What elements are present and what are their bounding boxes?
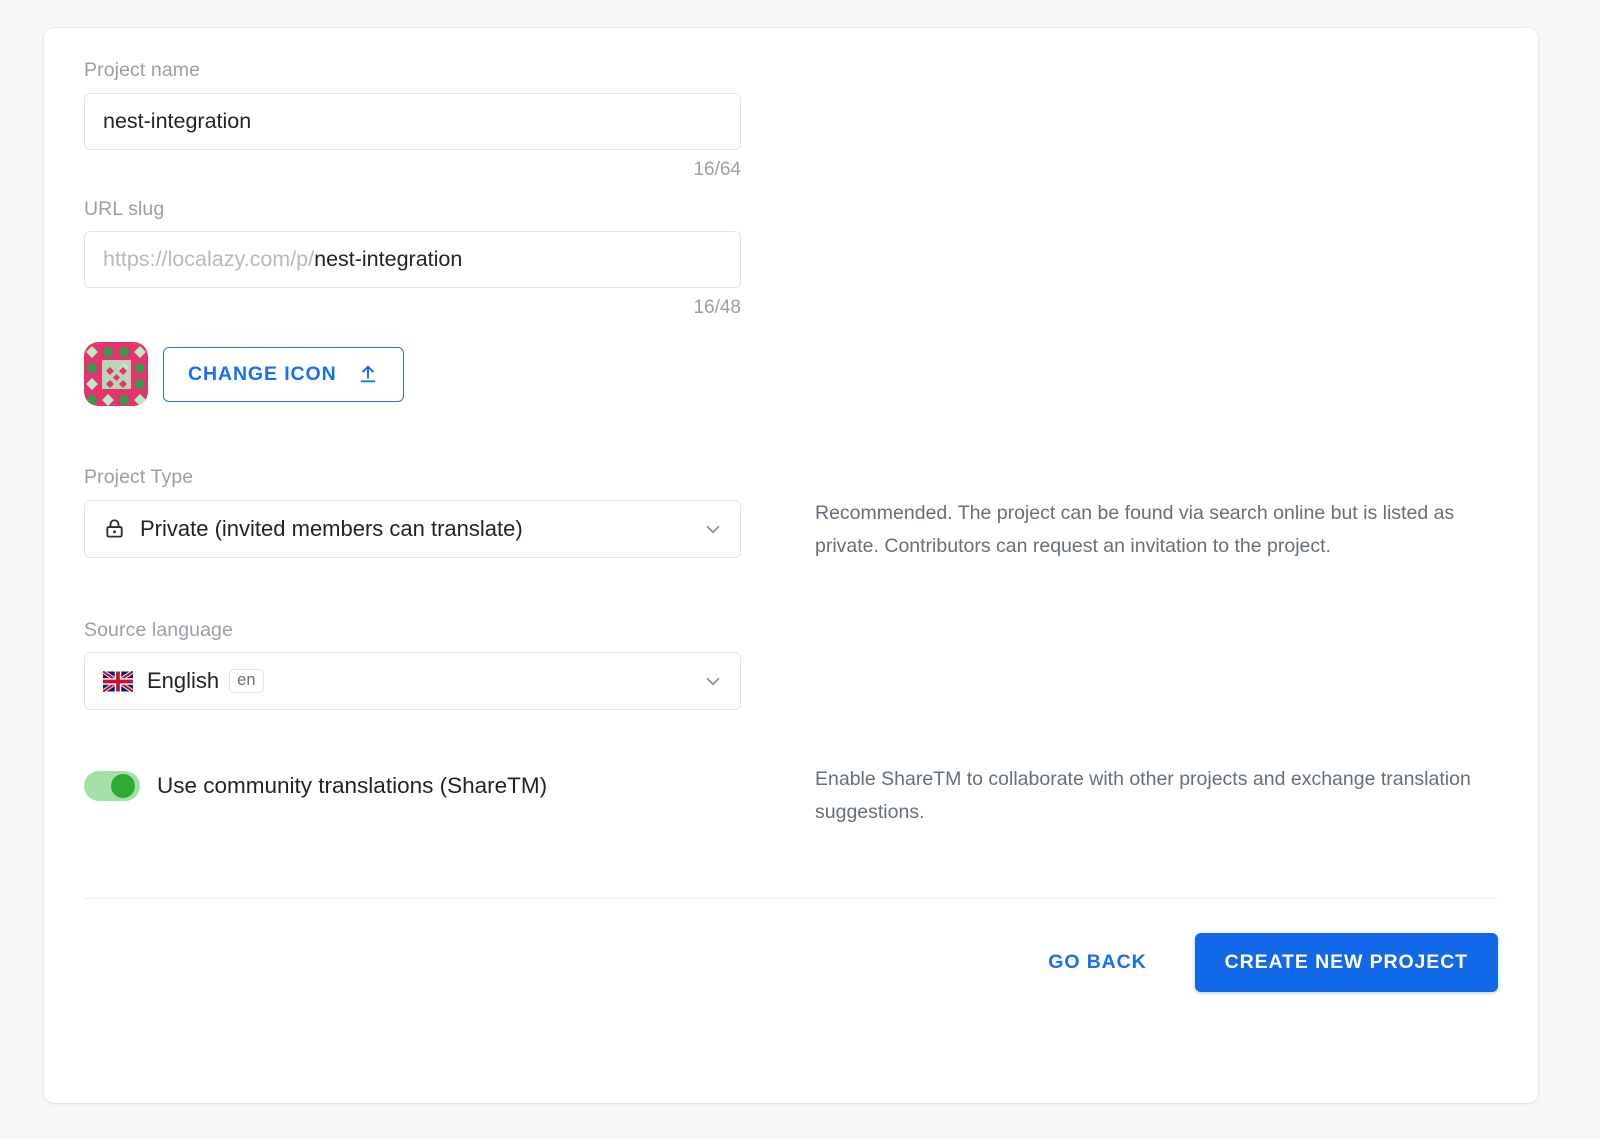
- url-slug-value: nest-integration: [314, 247, 463, 271]
- footer-divider: [84, 898, 1498, 899]
- project-type-value: Private (invited members can translate): [140, 515, 523, 541]
- source-language-label: Source language: [84, 618, 233, 641]
- url-slug-counter: 16/48: [693, 297, 741, 318]
- project-type-label: Project Type: [84, 466, 194, 488]
- change-icon-button[interactable]: CHANGE ICON: [163, 346, 404, 402]
- project-icon[interactable]: [84, 342, 148, 406]
- url-slug-prefix: https://localazy.com/p/: [103, 247, 315, 271]
- form-footer: GO BACK CREATE NEW PROJECT: [84, 933, 1498, 992]
- project-type-select[interactable]: Private (invited members can translate): [84, 499, 741, 558]
- project-type-row: Project Type Private (invited members ca…: [84, 466, 1498, 563]
- upload-icon: [357, 363, 379, 385]
- project-icon-row: CHANGE ICON: [84, 319, 1498, 406]
- chevron-down-icon: [702, 518, 724, 540]
- sharetm-toggle[interactable]: [84, 771, 140, 801]
- project-name-label: Project name: [84, 59, 201, 81]
- project-name-row: Project name 16/64: [84, 59, 1498, 181]
- create-new-project-button[interactable]: CREATE NEW PROJECT: [1194, 933, 1498, 992]
- url-slug-row: URL slug https://localazy.com/p/nest-int…: [84, 197, 1498, 320]
- source-language-select[interactable]: English en: [84, 652, 741, 710]
- project-name-input[interactable]: [84, 92, 741, 150]
- lock-icon: [103, 517, 126, 540]
- create-project-card: Project name 16/64 URL slug https://loca…: [44, 28, 1538, 1103]
- sharetm-toggle-knob: [111, 774, 135, 798]
- url-slug-input[interactable]: https://localazy.com/p/nest-integration: [84, 231, 741, 288]
- url-slug-label: URL slug: [84, 197, 165, 220]
- project-name-counter: 16/64: [693, 158, 741, 180]
- go-back-button[interactable]: GO BACK: [1028, 937, 1166, 988]
- source-language-code-badge: en: [229, 669, 264, 693]
- source-language-value: English: [147, 668, 220, 693]
- sharetm-description: Enable ShareTM to collaborate with other…: [815, 768, 1471, 823]
- source-language-row: Source language English en: [84, 618, 1498, 710]
- sharetm-row: Use community translations (ShareTM) Ena…: [84, 768, 1498, 829]
- project-type-description: Recommended. The project can be found vi…: [815, 502, 1455, 557]
- source-language-value-group: English en: [147, 668, 702, 694]
- sharetm-label: Use community translations (ShareTM): [157, 773, 548, 798]
- create-project-form: Project name 16/64 URL slug https://loca…: [84, 59, 1498, 829]
- flag-gb-icon: [103, 670, 133, 692]
- change-icon-label: CHANGE ICON: [188, 362, 337, 385]
- chevron-down-icon: [702, 670, 724, 692]
